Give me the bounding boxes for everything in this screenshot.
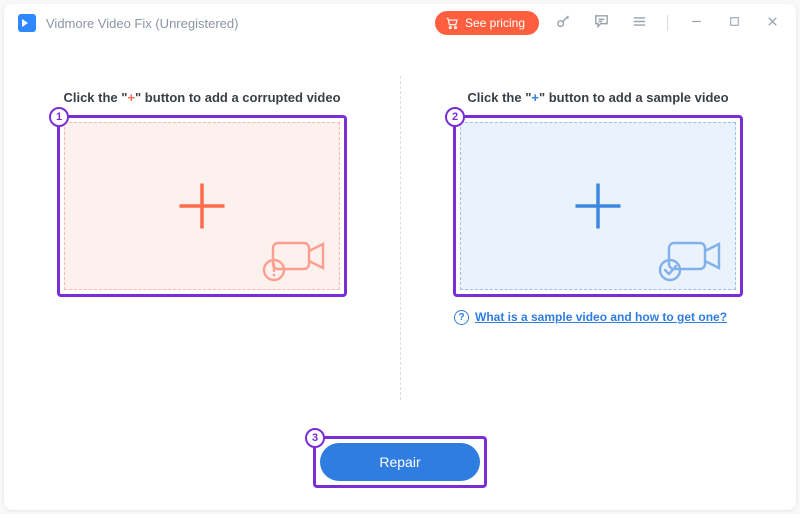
video-ok-icon (657, 233, 729, 285)
sample-help-row: ? What is a sample video and how to get … (454, 309, 742, 325)
see-pricing-button[interactable]: See pricing (435, 11, 539, 35)
corrupted-instruction: Click the "+" button to add a corrupted … (63, 90, 340, 105)
maximize-icon[interactable] (720, 15, 748, 32)
plus-glyph: + (127, 90, 135, 105)
sample-help-link[interactable]: What is a sample video and how to get on… (475, 309, 727, 325)
menu-icon[interactable] (625, 13, 653, 34)
step-badge-3: 3 (305, 428, 325, 448)
sample-instruction: Click the "+" button to add a sample vid… (467, 90, 728, 105)
annotation-step-2 (453, 115, 743, 297)
plus-glyph: + (531, 90, 539, 105)
add-corrupted-dropzone[interactable] (64, 122, 340, 290)
minimize-icon[interactable] (682, 14, 710, 33)
titlebar-divider (667, 15, 668, 31)
annotation-step-3: Repair (313, 436, 487, 488)
close-icon[interactable] (758, 14, 786, 33)
feedback-icon[interactable] (587, 13, 615, 34)
vertical-divider (400, 76, 401, 400)
step-badge-2: 2 (445, 107, 465, 127)
app-title: Vidmore Video Fix (Unregistered) (46, 16, 238, 31)
titlebar: Vidmore Video Fix (Unregistered) See pri… (4, 4, 796, 42)
key-icon[interactable] (549, 13, 577, 34)
help-icon: ? (454, 310, 469, 325)
step-badge-1: 1 (49, 107, 69, 127)
add-sample-dropzone[interactable] (460, 122, 736, 290)
repair-button[interactable]: Repair (320, 443, 480, 481)
see-pricing-label: See pricing (465, 16, 525, 30)
annotation-step-1 (57, 115, 347, 297)
add-icon (568, 176, 628, 236)
video-error-icon (261, 233, 333, 285)
app-logo-icon (18, 14, 36, 32)
main-area: Click the "+" button to add a corrupted … (4, 42, 796, 510)
add-icon (172, 176, 232, 236)
